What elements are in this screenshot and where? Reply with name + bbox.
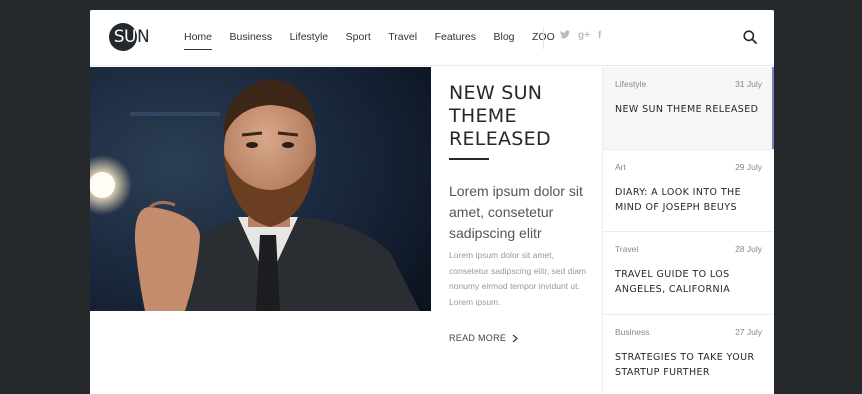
post-category: Art — [615, 161, 626, 172]
featured-image[interactable] — [90, 67, 431, 311]
google-plus-icon[interactable]: g+ — [578, 30, 590, 42]
article-title[interactable]: NEW SUN THEME RELEASED — [449, 82, 589, 151]
search-icon[interactable] — [743, 30, 759, 46]
read-more-label: READ MORE — [449, 333, 507, 343]
post-date: 29 July — [735, 161, 762, 172]
sidebar-post[interactable]: Art 29 July DIARY: A LOOK INTO THE MIND … — [603, 150, 774, 232]
article-excerpt: Lorem ipsum dolor sit amet, consetetur s… — [449, 250, 587, 307]
nav-divider — [543, 27, 544, 49]
site-header: SU N Home Business Lifestyle Sport Trave… — [90, 10, 774, 66]
post-category: Lifestyle — [615, 79, 647, 89]
read-more-link[interactable]: READ MORE — [449, 333, 519, 343]
title-underline — [449, 158, 489, 160]
post-title: STRATEGIES TO TAKE YOUR STARTUP FURTHER — [615, 351, 755, 378]
sidebar-post[interactable]: Business 27 July STRATEGIES TO TAKE YOUR… — [603, 315, 774, 394]
nav-sport[interactable]: Sport — [346, 31, 371, 50]
featured-article: NEW SUN THEME RELEASED — [449, 82, 589, 160]
nav-home[interactable]: Home — [184, 31, 213, 50]
nav-blog[interactable]: Blog — [494, 31, 515, 50]
article-lead: Lorem ipsum dolor sit amet, consetetur s… — [449, 183, 583, 241]
post-date: 27 July — [735, 326, 762, 337]
post-title: TRAVEL GUIDE TO LOS ANGELES, CALIFORNIA — [615, 269, 731, 295]
logo-mark: SU — [109, 23, 137, 51]
post-title: DIARY: A LOOK INTO THE MIND OF JOSEPH BE… — [615, 186, 742, 213]
post-sidebar: Lifestyle 31 July NEW SUN THEME RELEASED… — [602, 67, 774, 394]
logo-text: N — [137, 27, 150, 47]
post-category: Travel — [615, 244, 639, 254]
site-logo[interactable]: SU N — [109, 23, 150, 51]
chevron-right-icon — [512, 334, 519, 342]
twitter-icon[interactable] — [560, 30, 570, 42]
post-category: Business — [615, 326, 650, 337]
nav-features[interactable]: Features — [435, 31, 476, 50]
nav-lifestyle[interactable]: Lifestyle — [290, 31, 329, 50]
social-links: g+ f — [560, 30, 601, 42]
nav-travel[interactable]: Travel — [388, 31, 417, 50]
post-title: NEW SUN THEME RELEASED — [615, 104, 759, 115]
sidebar-post[interactable]: Lifestyle 31 July NEW SUN THEME RELEASED — [603, 67, 774, 150]
facebook-icon[interactable]: f — [598, 30, 601, 42]
main-nav: Home Business Lifestyle Sport Travel Fea… — [184, 31, 572, 50]
sidebar-post[interactable]: Travel 28 July TRAVEL GUIDE TO LOS ANGEL… — [603, 232, 774, 315]
page-card: SU N Home Business Lifestyle Sport Trave… — [90, 10, 774, 394]
post-date: 28 July — [735, 244, 762, 254]
post-date: 31 July — [735, 79, 762, 89]
nav-business[interactable]: Business — [230, 31, 273, 50]
